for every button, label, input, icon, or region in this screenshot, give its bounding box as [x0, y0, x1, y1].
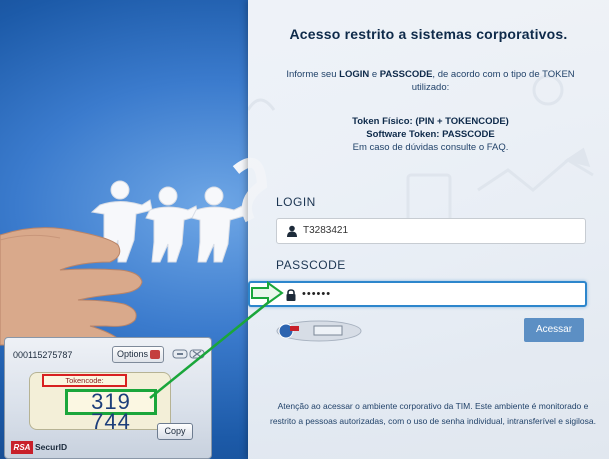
securid-logo: RSA SecurID — [11, 440, 81, 456]
chevron-down-icon — [150, 350, 160, 359]
passcode-field[interactable]: •••••• — [248, 281, 587, 307]
rsa-logo-text: RSA — [11, 441, 33, 454]
minimize-icon — [177, 353, 183, 355]
login-panel: Acesso restrito a sistemas corporativos.… — [248, 0, 609, 459]
passcode-label: PASSCODE — [276, 258, 346, 272]
acessar-button[interactable]: Acessar — [524, 318, 584, 342]
page-title: Acesso restrito a sistemas corporativos. — [289, 26, 568, 42]
passcode-value: •••••• — [302, 288, 332, 300]
instructions-login-word: LOGIN — [339, 69, 370, 80]
window-controls — [172, 349, 205, 359]
copy-button[interactable]: Copy — [157, 423, 193, 440]
tokencode-label: Tokencode: — [42, 374, 127, 387]
token-types: Token Físico: (PIN + TOKENCODE) Software… — [268, 115, 593, 154]
instructions-and: e — [369, 69, 380, 80]
instructions-passcode-word: PASSCODE — [379, 69, 433, 80]
security-notice: Atenção ao acessar o ambiente corporativ… — [269, 401, 596, 426]
options-label: Options — [117, 349, 149, 359]
login-instructions: Informe seu LOGIN e PASSCODE, de acordo … — [268, 68, 593, 94]
token-physical-text: Token Físico: (PIN + TOKENCODE) — [352, 116, 509, 127]
token-serial: 000115275787 — [13, 350, 73, 360]
instructions-suffix: , de acordo com o tipo de TOKEN utilizad… — [411, 69, 575, 93]
login-value: T3283421 — [303, 225, 349, 236]
token-software-text: Software Token: PASSCODE — [366, 129, 495, 140]
instructions-text: Informe seu — [286, 69, 340, 80]
securid-logo-text: SecurID — [35, 442, 68, 452]
securid-widget: 000115275787 Options Tokencode: 319 744 … — [4, 337, 212, 459]
options-dropdown[interactable]: Options — [112, 346, 164, 363]
login-field[interactable]: T3283421 — [276, 218, 586, 244]
faq-text: Em caso de dúvidas consulte o FAQ. — [352, 142, 509, 153]
rsa-token-icon — [276, 320, 362, 342]
user-icon — [287, 225, 297, 237]
login-label: LOGIN — [276, 195, 316, 209]
tokencode-value: 319 744 — [65, 389, 157, 433]
lock-icon — [286, 289, 296, 301]
